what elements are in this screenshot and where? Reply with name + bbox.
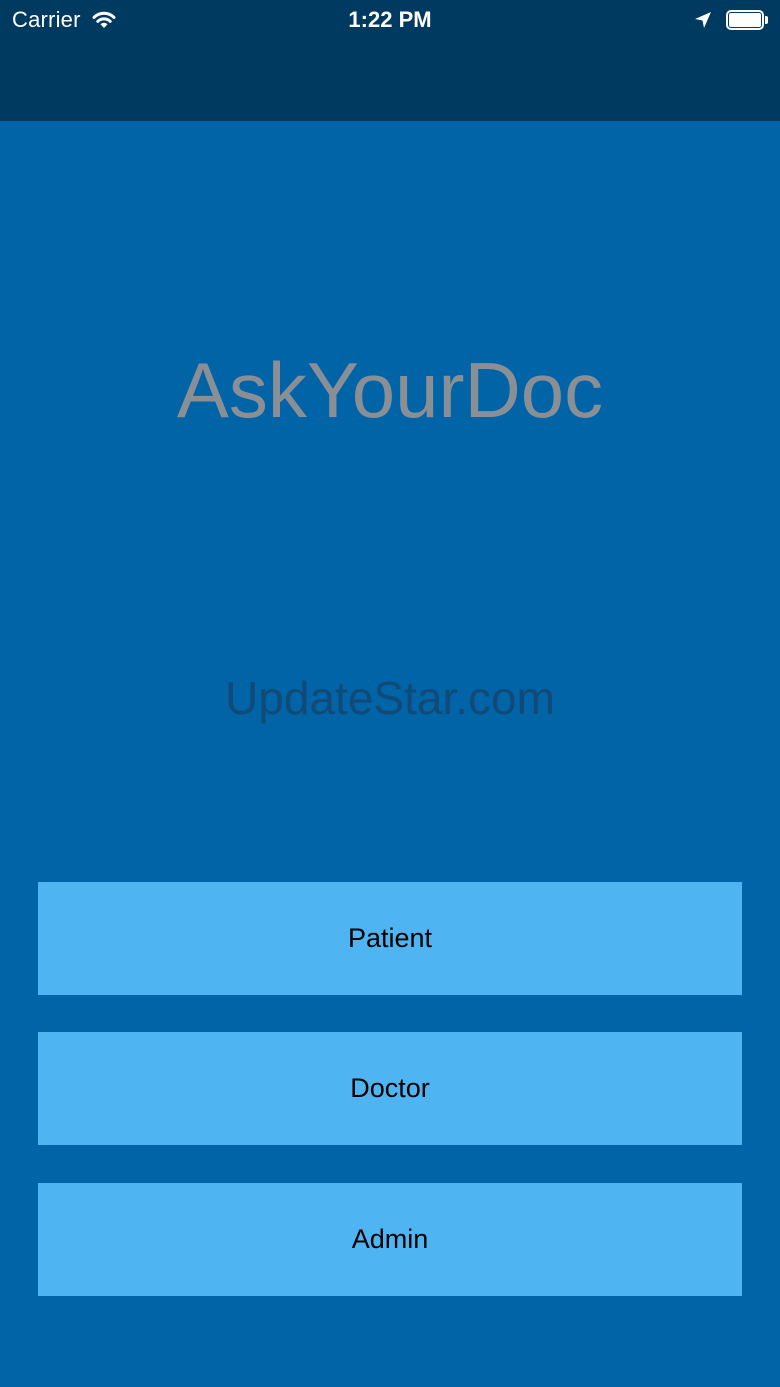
battery-fill bbox=[729, 13, 761, 27]
navigation-bar bbox=[0, 40, 780, 121]
battery-icon bbox=[726, 10, 768, 30]
app-title: AskYourDoc bbox=[176, 346, 604, 434]
admin-button[interactable]: Admin bbox=[38, 1183, 742, 1296]
location-arrow-icon bbox=[694, 11, 712, 29]
battery-cap bbox=[765, 16, 768, 24]
watermark-text: UpdateStar.com bbox=[225, 672, 555, 724]
doctor-button[interactable]: Doctor bbox=[38, 1032, 742, 1145]
status-right bbox=[694, 6, 768, 34]
status-time: 1:22 PM bbox=[348, 7, 432, 32]
status-bar: Carrier 1:22 PM bbox=[0, 0, 780, 40]
patient-button[interactable]: Patient bbox=[38, 882, 742, 995]
